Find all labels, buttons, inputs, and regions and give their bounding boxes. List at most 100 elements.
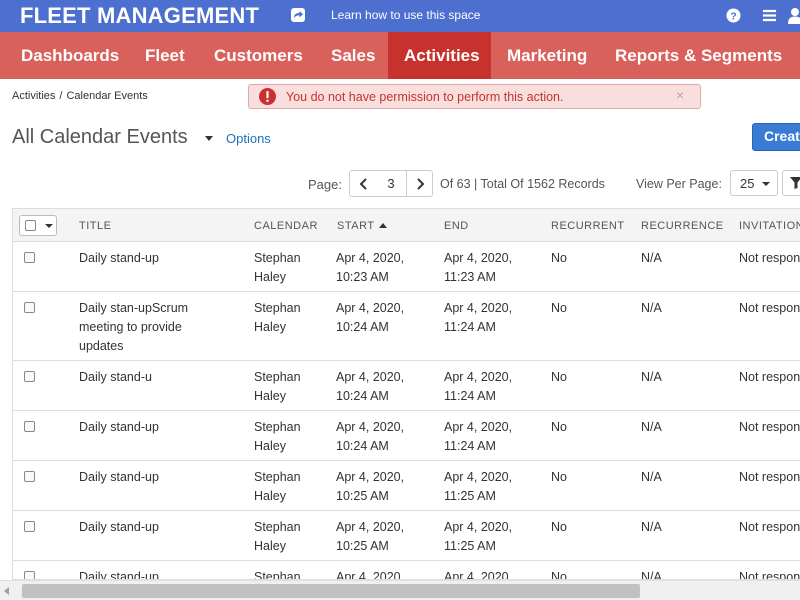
table-row[interactable]: Daily stand-u Stephan Haley Apr 4, 2020,… — [13, 361, 800, 411]
cell-recurrent: No — [551, 470, 567, 484]
cell-recurrent: No — [551, 301, 567, 315]
nav-item-activities[interactable]: Activities — [388, 32, 491, 79]
cell-title[interactable]: Daily stand-up — [79, 518, 209, 537]
svg-text:?: ? — [730, 12, 736, 23]
user-icon[interactable] — [787, 7, 800, 24]
per-page-label: View Per Page: — [636, 177, 722, 191]
cell-title[interactable]: Daily stand-up — [79, 249, 209, 268]
cell-start: Apr 4, 2020, 10:24 AM — [336, 301, 405, 334]
breadcrumb-activities[interactable]: Activities — [12, 90, 55, 102]
row-checkbox[interactable] — [24, 302, 35, 313]
column-header-invitation[interactable]: INVITATION — [739, 220, 800, 232]
cell-recurrence: N/A — [641, 301, 662, 315]
table-row[interactable]: Daily stand-up Stephan Haley Apr 4, 2020… — [13, 242, 800, 292]
permission-alert: You do not have permission to perform th… — [248, 84, 701, 109]
nav-item-customers[interactable]: Customers — [198, 32, 319, 79]
cell-title[interactable]: Daily stand-u — [79, 368, 209, 387]
cell-calendar: Stephan Haley — [254, 470, 301, 503]
cell-title[interactable]: Daily stand-up — [79, 418, 209, 437]
cell-start: Apr 4, 2020, 10:24 AM — [336, 370, 405, 403]
learn-link[interactable]: Learn how to use this space — [331, 8, 480, 22]
table-row[interactable]: Daily stan-upScrum meeting to provide up… — [13, 292, 800, 361]
cell-calendar: Stephan Haley — [254, 301, 301, 334]
row-checkbox[interactable] — [24, 471, 35, 482]
breadcrumb: Activities / Calendar Events — [12, 90, 152, 102]
cell-start: Apr 4, 2020, 10:25 AM — [336, 470, 405, 503]
cell-end: Apr 4, 2020, 11:23 AM — [444, 251, 513, 284]
records-total: Of 63 | Total Of 1562 Records — [440, 177, 605, 191]
cell-calendar: Stephan Haley — [254, 420, 301, 453]
cell-title[interactable]: Daily stand-up — [79, 468, 209, 487]
close-icon[interactable]: × — [676, 87, 684, 103]
nav-item-sales[interactable]: Sales — [315, 32, 391, 79]
nav-item-fleet[interactable]: Fleet — [129, 32, 201, 79]
cell-recurrent: No — [551, 370, 567, 384]
nav-item-marketing[interactable]: Marketing — [491, 32, 603, 79]
cell-calendar: Stephan Haley — [254, 370, 301, 403]
top-bar: FLEET MANAGEMENT Learn how to use this s… — [0, 0, 800, 32]
menu-icon[interactable] — [762, 8, 777, 23]
filter-button[interactable] — [782, 170, 800, 196]
cell-start: Apr 4, 2020, 10:25 AM — [336, 520, 405, 553]
cell-end: Apr 4, 2020, 11:25 AM — [444, 520, 513, 553]
main-nav: Dashboards Fleet Customers Sales Activit… — [0, 32, 800, 79]
chevron-left-icon — [359, 178, 367, 190]
row-checkbox[interactable] — [24, 521, 35, 532]
cell-recurrence: N/A — [641, 570, 662, 580]
column-header-recurrence[interactable]: RECURRENCE — [641, 220, 724, 232]
table-row[interactable]: Daily stand-up Stephan Haley Apr 4, 2020… — [13, 411, 800, 461]
help-icon[interactable]: ? — [726, 8, 741, 23]
next-page-button[interactable] — [406, 170, 433, 197]
cell-invitation: Not respon — [739, 420, 800, 434]
page-number-input[interactable]: 3 — [376, 170, 406, 197]
cell-end: Apr 4, 2020, 11:25 AM — [444, 470, 513, 503]
app-title[interactable]: FLEET MANAGEMENT — [20, 3, 259, 29]
calendar-events-grid: TITLE CALENDAR START END RECURRENT RECUR… — [12, 208, 800, 580]
cell-invitation: Not respon — [739, 370, 800, 384]
table-row[interactable]: Daily stand-up Stephan Apr 4, 2020 Apr 4… — [13, 561, 800, 580]
column-header-title[interactable]: TITLE — [79, 220, 111, 232]
cell-start: Apr 4, 2020, 10:24 AM — [336, 420, 405, 453]
cell-invitation: Not respon — [739, 470, 800, 484]
cell-recurrence: N/A — [641, 251, 662, 265]
scrollbar-thumb[interactable] — [22, 584, 640, 598]
column-header-start-label: START — [337, 220, 375, 232]
select-all-dropdown[interactable] — [19, 215, 57, 236]
per-page-select[interactable]: 25 — [730, 170, 778, 196]
select-all-checkbox[interactable] — [25, 220, 36, 231]
row-checkbox[interactable] — [24, 371, 35, 382]
cell-title[interactable]: Daily stan-upScrum meeting to provide up… — [79, 299, 209, 356]
scroll-left-icon[interactable] — [4, 587, 9, 595]
cell-invitation: Not respon — [739, 570, 800, 580]
table-row[interactable]: Daily stand-up Stephan Haley Apr 4, 2020… — [13, 461, 800, 511]
column-header-recurrent[interactable]: RECURRENT — [551, 220, 625, 232]
cell-recurrence: N/A — [641, 420, 662, 434]
alert-message: You do not have permission to perform th… — [286, 90, 564, 104]
table-row[interactable]: Daily stand-up Stephan Haley Apr 4, 2020… — [13, 511, 800, 561]
create-button[interactable]: Create — [752, 123, 800, 151]
cell-end: Apr 4, 2020, 11:24 AM — [444, 370, 513, 403]
chevron-down-icon[interactable] — [205, 136, 213, 141]
row-checkbox[interactable] — [24, 571, 35, 579]
row-checkbox[interactable] — [24, 252, 35, 263]
cell-end: Apr 4, 2020, 11:24 AM — [444, 420, 513, 453]
cell-recurrent: No — [551, 251, 567, 265]
sort-ascending-icon — [378, 223, 387, 228]
breadcrumb-current: Calendar Events — [66, 90, 148, 102]
chevron-down-icon — [45, 224, 53, 228]
column-header-end[interactable]: END — [444, 220, 469, 232]
options-link[interactable]: Options — [226, 131, 271, 146]
column-header-start[interactable]: START — [337, 220, 387, 232]
prev-page-button[interactable] — [349, 170, 377, 197]
nav-item-dashboards[interactable]: Dashboards — [5, 32, 135, 79]
share-icon[interactable] — [290, 7, 306, 23]
cell-invitation: Not respon — [739, 520, 800, 534]
column-header-calendar[interactable]: CALENDAR — [254, 220, 318, 232]
cell-end: Apr 4, 2020 — [444, 570, 509, 580]
nav-item-reports-segments[interactable]: Reports & Segments — [599, 32, 798, 79]
horizontal-scrollbar[interactable] — [0, 580, 800, 600]
page-title[interactable]: All Calendar Events — [12, 126, 188, 149]
row-checkbox[interactable] — [24, 421, 35, 432]
cell-title[interactable]: Daily stand-up — [79, 568, 209, 579]
cell-start: Apr 4, 2020 — [336, 570, 401, 580]
